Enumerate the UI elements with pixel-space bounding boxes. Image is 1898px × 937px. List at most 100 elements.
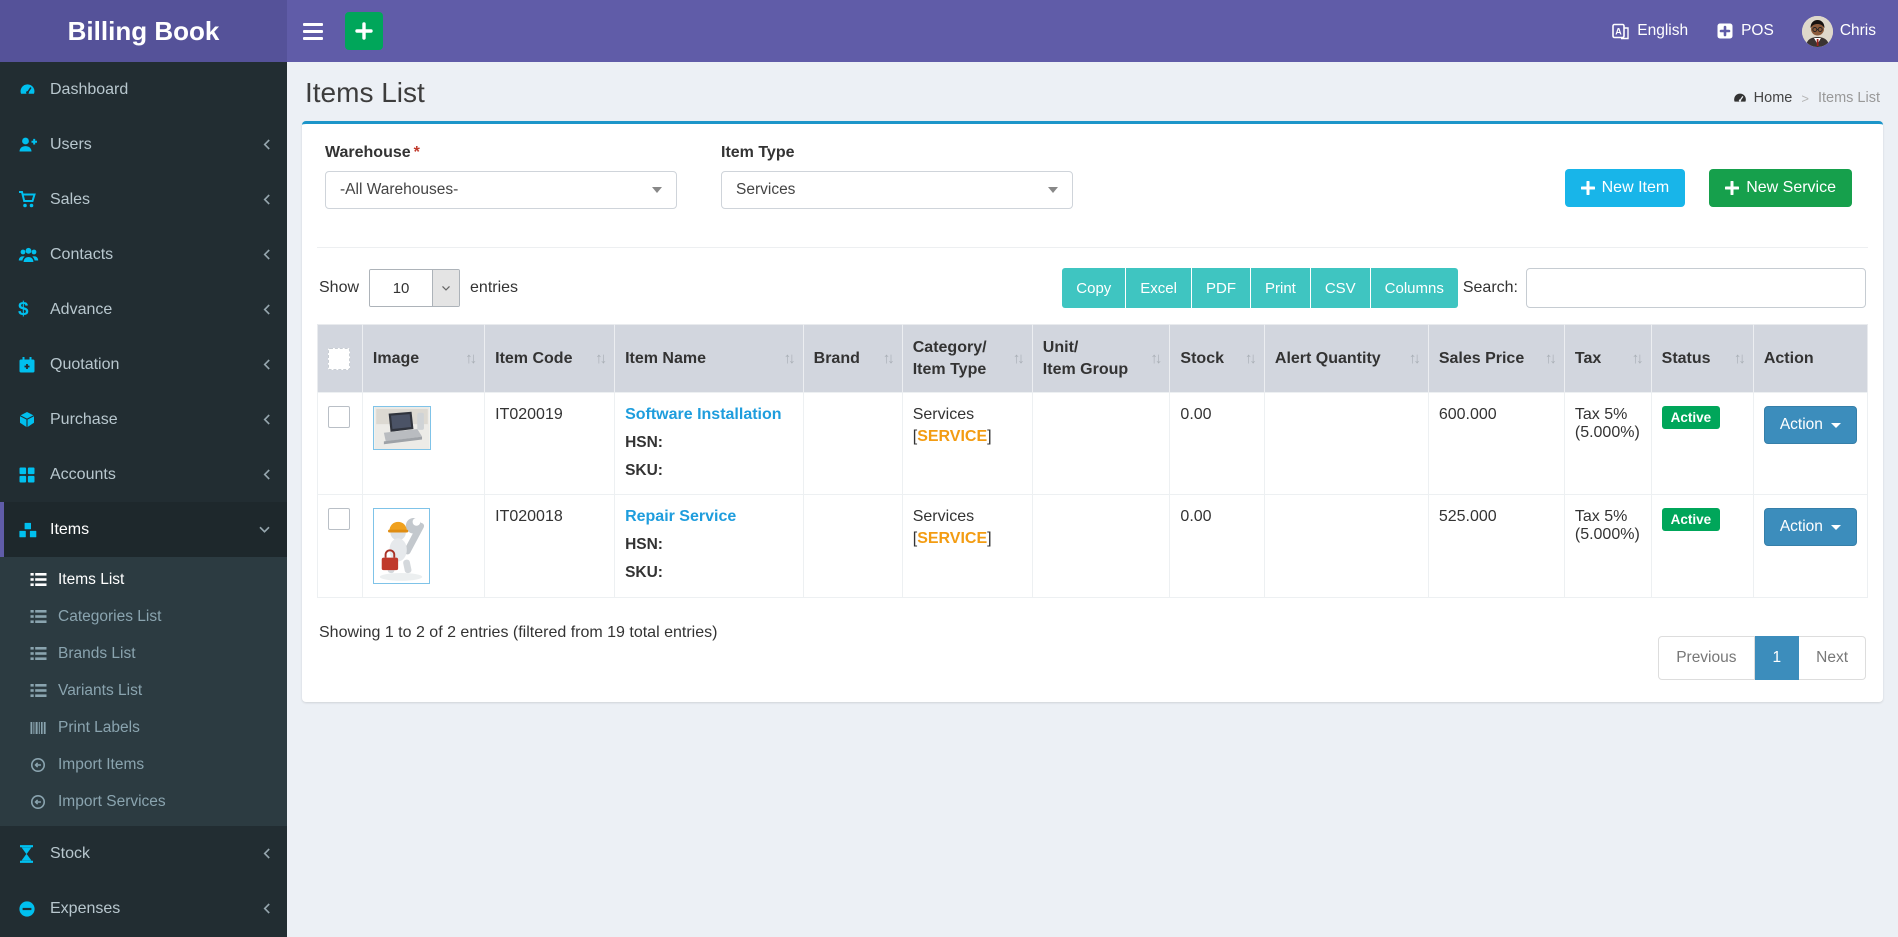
item-type-label: Item Type bbox=[721, 144, 795, 161]
column-header-brand[interactable]: Brand ↑↓ bbox=[802, 324, 903, 393]
column-header-sales-price[interactable]: Sales Price ↑↓ bbox=[1427, 324, 1565, 393]
sidebar-toggle-button[interactable] bbox=[287, 0, 339, 62]
submenu-item-variants-list[interactable]: Variants List bbox=[0, 672, 287, 709]
column-header-status[interactable]: Status ↑↓ bbox=[1650, 324, 1754, 393]
sidebar-item-accounts[interactable]: Accounts bbox=[0, 447, 287, 502]
submenu-item-import-services[interactable]: Import Services bbox=[0, 783, 287, 820]
column-header-image[interactable]: Image ↑↓ bbox=[361, 324, 485, 393]
sort-icon[interactable]: ↑↓ bbox=[1142, 350, 1162, 367]
item-name-link[interactable]: Repair Service bbox=[625, 508, 736, 525]
hourglass-icon bbox=[18, 844, 50, 863]
select-all-checkbox[interactable] bbox=[328, 347, 350, 370]
unit-cell bbox=[1031, 392, 1171, 496]
sort-icon[interactable]: ↑↓ bbox=[776, 350, 796, 367]
alert-quantity-cell bbox=[1263, 494, 1429, 599]
breadcrumb-home[interactable]: Home bbox=[1732, 90, 1792, 106]
chevron-left-icon bbox=[262, 902, 271, 915]
item-image[interactable] bbox=[372, 508, 430, 585]
list-icon bbox=[30, 646, 58, 661]
search-input[interactable] bbox=[1526, 268, 1866, 308]
new-item-button[interactable]: New Item bbox=[1564, 169, 1686, 207]
action-dropdown-button[interactable]: Action bbox=[1763, 406, 1857, 445]
column-header-item-name[interactable]: Item Name ↑↓ bbox=[614, 324, 804, 393]
page-number-button[interactable]: 1 bbox=[1754, 636, 1800, 681]
submenu-item-items-list[interactable]: Items List bbox=[0, 561, 287, 598]
sidebar-item-sales[interactable]: Sales bbox=[0, 172, 287, 227]
sidebar-item-dashboard[interactable]: Dashboard bbox=[0, 62, 287, 117]
language-menu[interactable]: A English bbox=[1611, 22, 1688, 41]
sidebar-item-label: Users bbox=[50, 135, 92, 153]
sidebar-item-label: Dashboard bbox=[50, 80, 129, 98]
column-header-unit[interactable]: Unit/Item Group ↑↓ bbox=[1031, 324, 1170, 393]
previous-page-button[interactable]: Previous bbox=[1658, 636, 1755, 681]
app-logo[interactable]: Billing Book bbox=[0, 0, 287, 62]
grid-icon bbox=[18, 466, 50, 484]
barcode-icon bbox=[30, 721, 58, 735]
sidebar-item-items[interactable]: Items bbox=[0, 502, 287, 557]
excel-button[interactable]: Excel bbox=[1126, 268, 1192, 308]
submenu-item-import-items[interactable]: Import Items bbox=[0, 746, 287, 783]
submenu-item-label: Import Services bbox=[58, 792, 166, 810]
print-button[interactable]: Print bbox=[1250, 268, 1311, 308]
chevron-left-icon bbox=[262, 193, 271, 206]
sort-icon[interactable]: ↑↓ bbox=[1624, 350, 1644, 367]
sku-label: SKU: bbox=[625, 564, 663, 582]
next-page-button[interactable]: Next bbox=[1799, 636, 1866, 681]
pdf-button[interactable]: PDF bbox=[1191, 268, 1251, 308]
sort-icon[interactable]: ↑↓ bbox=[587, 350, 607, 367]
tax-cell: Tax 5% (5.000%) bbox=[1563, 494, 1652, 599]
sidebar-item-users[interactable]: Users bbox=[0, 117, 287, 172]
submenu-item-label: Items List bbox=[58, 570, 125, 588]
status-badge: Active bbox=[1661, 406, 1721, 430]
sidebar-item-expenses[interactable]: Expenses bbox=[0, 881, 287, 936]
columns-button[interactable]: Columns bbox=[1370, 268, 1458, 308]
column-header-category[interactable]: Category/Item Type ↑↓ bbox=[901, 324, 1033, 393]
sort-icon[interactable]: ↑↓ bbox=[457, 350, 477, 367]
column-header-action: Action bbox=[1752, 324, 1868, 393]
submenu-item-brands-list[interactable]: Brands List bbox=[0, 635, 287, 672]
new-service-button[interactable]: New Service bbox=[1709, 169, 1852, 207]
user-menu[interactable]: Chris bbox=[1801, 15, 1876, 47]
submenu-item-label: Import Items bbox=[58, 755, 145, 773]
csv-button[interactable]: CSV bbox=[1310, 268, 1371, 308]
warehouse-select[interactable]: -All Warehouses- bbox=[325, 171, 677, 209]
sidebar-item-label: Purchase bbox=[50, 410, 118, 428]
copy-button[interactable]: Copy bbox=[1062, 268, 1127, 308]
list-icon bbox=[30, 683, 58, 698]
brand-cell bbox=[802, 392, 903, 496]
sidebar-item-contacts[interactable]: Contacts bbox=[0, 227, 287, 282]
sort-icon[interactable]: ↑↓ bbox=[875, 350, 895, 367]
submenu-item-print-labels[interactable]: Print Labels bbox=[0, 709, 287, 746]
item-image[interactable] bbox=[372, 406, 431, 451]
sidebar-item-label: Expenses bbox=[50, 899, 121, 917]
action-dropdown-button[interactable]: Action bbox=[1763, 508, 1857, 547]
column-header-stock[interactable]: Stock ↑↓ bbox=[1169, 324, 1265, 393]
sidebar-item-quotation[interactable]: Quotation bbox=[0, 337, 287, 392]
row-checkbox[interactable] bbox=[328, 508, 350, 531]
page-length-select[interactable]: 10 bbox=[369, 269, 461, 307]
quick-add-button[interactable] bbox=[345, 12, 383, 50]
dollar-icon: $ bbox=[18, 299, 29, 320]
column-header-item-code[interactable]: Item Code ↑↓ bbox=[484, 324, 615, 393]
sidebar-item-stock[interactable]: Stock bbox=[0, 826, 287, 881]
pos-button[interactable]: POS bbox=[1716, 22, 1774, 40]
sidebar-item-advance[interactable]: $ Advance bbox=[0, 282, 287, 337]
sort-icon[interactable]: ↑↓ bbox=[1537, 350, 1557, 367]
submenu-item-categories-list[interactable]: Categories List bbox=[0, 598, 287, 635]
avatar bbox=[1801, 15, 1833, 47]
cubes-icon bbox=[18, 521, 50, 539]
sort-icon[interactable]: ↑↓ bbox=[1005, 350, 1025, 367]
sort-icon[interactable]: ↑↓ bbox=[1401, 350, 1421, 367]
warehouse-select-value: -All Warehouses- bbox=[340, 181, 459, 198]
table-row: IT020019 Software Installation HSN: SKU:… bbox=[317, 392, 1869, 496]
item-name-link[interactable]: Software Installation bbox=[625, 406, 781, 423]
sidebar-item-label: Stock bbox=[50, 844, 91, 862]
sidebar-item-purchase[interactable]: Purchase bbox=[0, 392, 287, 447]
item-type-select[interactable]: Services bbox=[721, 171, 1073, 209]
column-header-alert-quantity[interactable]: Alert Quantity ↑↓ bbox=[1263, 324, 1429, 393]
item-code-cell: IT020019 bbox=[484, 392, 616, 496]
sort-icon[interactable]: ↑↓ bbox=[1237, 350, 1257, 367]
row-checkbox[interactable] bbox=[328, 406, 350, 429]
column-header-tax[interactable]: Tax ↑↓ bbox=[1563, 324, 1652, 393]
sort-icon[interactable]: ↑↓ bbox=[1726, 350, 1746, 367]
